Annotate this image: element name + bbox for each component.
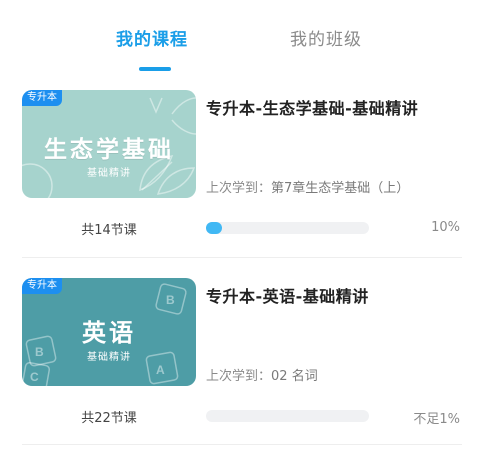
- lesson-count: 共14节课: [81, 223, 137, 238]
- tab-my-classes[interactable]: 我的班级: [290, 28, 362, 52]
- svg-text:C: C: [30, 370, 39, 384]
- cover-subtitle: 基础精讲: [87, 168, 131, 179]
- last-study-info: 上次学到：02 名词: [206, 365, 318, 384]
- last-study-label: 上次学到：: [206, 181, 272, 196]
- course-cover-image[interactable]: B C B A 专升本 英语 基础精讲: [22, 278, 196, 386]
- last-study-label: 上次学到：: [206, 369, 272, 384]
- tab-my-courses[interactable]: 我的课程: [116, 28, 188, 52]
- tab-bar: 我的课程 我的班级: [0, 0, 480, 78]
- course-badge: 专升本: [22, 278, 62, 294]
- svg-text:B: B: [166, 293, 175, 307]
- course-title[interactable]: 专升本-生态学基础-基础精讲: [206, 98, 418, 120]
- course-badge: 专升本: [22, 90, 62, 106]
- last-study-value: 第7章生态学基础（上）: [271, 181, 410, 196]
- course-card[interactable]: 专升本 生态学基础 基础精讲 专升本-生态学基础-基础精讲 上次学到：第7章生态…: [0, 76, 480, 264]
- progress-percent: 10%: [431, 220, 460, 235]
- progress-percent: 不足1%: [413, 412, 460, 427]
- cover-title: 英语: [82, 319, 136, 347]
- last-study-value: 02 名词: [271, 369, 318, 384]
- divider: [22, 444, 462, 445]
- course-cover-image[interactable]: 专升本 生态学基础 基础精讲: [22, 90, 196, 198]
- svg-text:A: A: [156, 363, 165, 377]
- progress-bar: [206, 410, 369, 422]
- progress-bar: [206, 222, 369, 234]
- lesson-count: 共22节课: [81, 411, 137, 426]
- cover-subtitle: 基础精讲: [87, 352, 131, 363]
- divider: [22, 257, 462, 258]
- course-card[interactable]: B C B A 专升本 英语 基础精讲 专升本-英语-基础精讲 上次学到：02 …: [0, 264, 480, 450]
- last-study-info: 上次学到：第7章生态学基础（上）: [206, 177, 409, 196]
- progress-fill: [206, 222, 223, 234]
- course-title[interactable]: 专升本-英语-基础精讲: [206, 286, 369, 308]
- active-tab-indicator: [139, 67, 171, 71]
- cover-title: 生态学基础: [44, 137, 174, 163]
